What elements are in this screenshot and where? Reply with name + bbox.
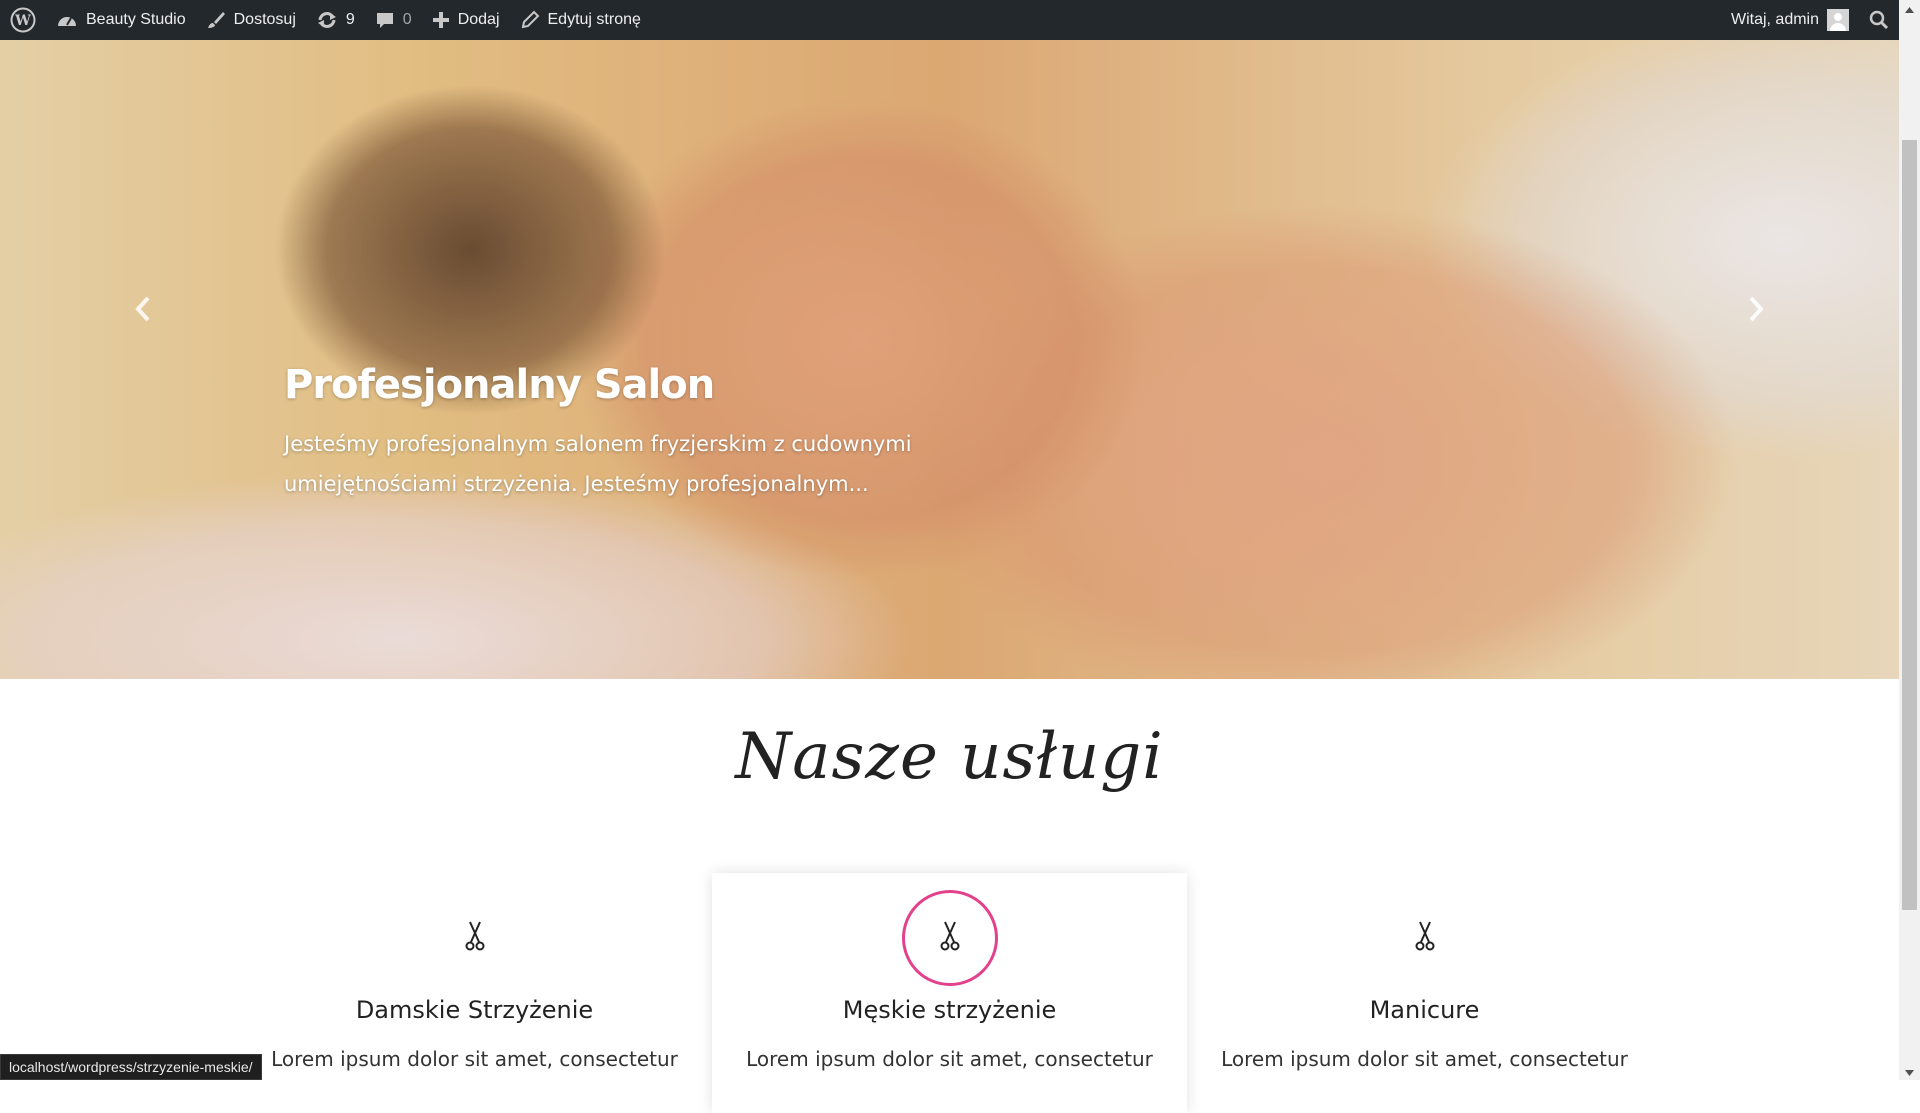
arrow-up-icon bbox=[1905, 0, 1914, 18]
hero-description: Jesteśmy profesjonalnym salonem fryzjers… bbox=[284, 432, 912, 496]
scissors-icon bbox=[939, 920, 961, 957]
scroll-up-button[interactable] bbox=[1899, 0, 1920, 17]
comment-icon bbox=[375, 10, 395, 30]
plus-icon bbox=[432, 11, 450, 29]
slider-prev-button[interactable] bbox=[128, 296, 158, 326]
comments-button[interactable]: 0 bbox=[365, 0, 422, 40]
edit-page-button[interactable]: Edytuj stronę bbox=[510, 0, 651, 40]
customize-button[interactable]: Dostosuj bbox=[196, 0, 306, 40]
avatar bbox=[1827, 9, 1849, 31]
wordpress-icon: W bbox=[10, 7, 36, 33]
my-account-button[interactable]: Witaj, admin bbox=[1721, 0, 1859, 40]
service-text: Lorem ipsum dolor sit amet, consectetur bbox=[746, 1047, 1153, 1071]
site-name-label: Beauty Studio bbox=[86, 11, 186, 28]
wordpress-logo-button[interactable]: W bbox=[0, 0, 46, 40]
updates-button[interactable]: 9 bbox=[306, 0, 365, 40]
edit-page-label: Edytuj stronę bbox=[547, 11, 641, 28]
new-content-button[interactable]: Dodaj bbox=[422, 0, 510, 40]
service-title: Manicure bbox=[1369, 996, 1480, 1024]
service-icon-wrap bbox=[427, 890, 523, 986]
site-name-button[interactable]: Beauty Studio bbox=[46, 0, 196, 40]
dashboard-icon bbox=[56, 11, 78, 29]
link-status-bar: localhost/wordpress/strzyzenie-meskie/ bbox=[0, 1054, 262, 1080]
chevron-left-icon bbox=[134, 296, 152, 327]
comments-count: 0 bbox=[402, 11, 412, 28]
pencil-icon bbox=[520, 10, 540, 30]
service-title: Męskie strzyżenie bbox=[842, 996, 1057, 1024]
paintbrush-icon bbox=[206, 10, 226, 30]
search-button[interactable] bbox=[1859, 0, 1899, 40]
vertical-scrollbar[interactable] bbox=[1899, 0, 1920, 1080]
services-list: Damskie Strzyżenie Lorem ipsum dolor sit… bbox=[0, 873, 1899, 1113]
scissors-icon bbox=[1414, 920, 1436, 957]
search-icon bbox=[1869, 10, 1889, 30]
chevron-right-icon bbox=[1747, 296, 1765, 327]
service-text: Lorem ipsum dolor sit amet, consectetur bbox=[271, 1047, 678, 1071]
service-title: Damskie Strzyżenie bbox=[355, 996, 594, 1024]
service-text: Lorem ipsum dolor sit amet, consectetur bbox=[1221, 1047, 1628, 1071]
service-card-manicure[interactable]: Manicure Lorem ipsum dolor sit amet, con… bbox=[1187, 873, 1662, 1113]
svg-text:W: W bbox=[14, 13, 31, 29]
greeting-label: Witaj, admin bbox=[1730, 11, 1819, 28]
customize-label: Dostosuj bbox=[233, 11, 296, 28]
updates-count: 9 bbox=[345, 11, 355, 28]
new-content-label: Dodaj bbox=[457, 11, 500, 28]
service-card-meskie[interactable]: Męskie strzyżenie Lorem ipsum dolor sit … bbox=[712, 873, 1187, 1113]
admin-bar: W Beauty Studio Dostosuj 9 0 Dodaj Edytu… bbox=[0, 0, 1899, 40]
hero-title: Profesjonalny Salon bbox=[284, 362, 715, 408]
service-card-damskie[interactable]: Damskie Strzyżenie Lorem ipsum dolor sit… bbox=[237, 873, 712, 1113]
hero-slider: Profesjonalny Salon Jesteśmy profesjonal… bbox=[0, 40, 1899, 679]
scrollbar-thumb[interactable] bbox=[1902, 140, 1917, 910]
service-icon-wrap bbox=[1377, 890, 1473, 986]
slider-next-button[interactable] bbox=[1741, 296, 1771, 326]
scroll-down-button[interactable] bbox=[1899, 1063, 1920, 1080]
services-heading: Nasze usługi bbox=[735, 720, 1164, 794]
arrow-down-icon bbox=[1905, 1063, 1914, 1081]
scissors-icon bbox=[464, 920, 486, 957]
update-icon bbox=[316, 11, 338, 29]
hero-image bbox=[0, 40, 1899, 679]
service-icon-wrap bbox=[901, 890, 998, 986]
